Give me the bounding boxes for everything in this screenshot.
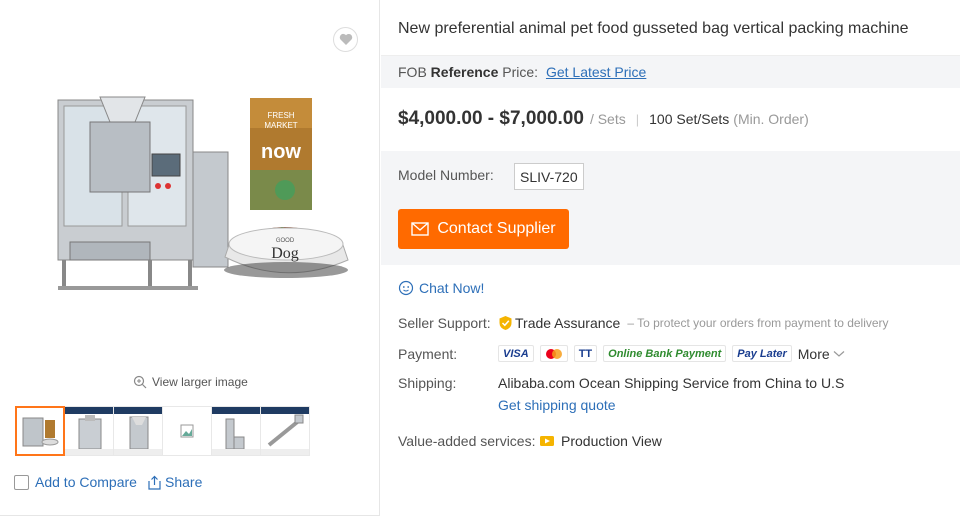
- main-product-image[interactable]: FRESH MARKET now GOOD Dog: [50, 92, 350, 304]
- product-gallery: FRESH MARKET now GOOD Dog View larger im…: [0, 0, 380, 516]
- price-separator: |: [635, 112, 640, 127]
- video-camera-icon: [540, 436, 554, 446]
- chevron-down-icon: [833, 350, 845, 357]
- online-bank-payment-icon: Online Bank Payment: [603, 345, 727, 362]
- more-label: More: [797, 345, 830, 362]
- fob-suffix: Price:: [498, 64, 539, 80]
- fob-price-bar: FOB Reference Price: Get Latest Price: [381, 56, 960, 88]
- thumbnail-5[interactable]: [211, 406, 261, 456]
- pay-later-icon: Pay Later: [732, 345, 792, 362]
- chat-now-label: Chat Now!: [419, 280, 485, 296]
- product-details: New preferential animal pet food gussete…: [381, 0, 960, 516]
- fob-reference: Reference: [430, 64, 499, 80]
- more-payment-dropdown[interactable]: More: [798, 346, 845, 362]
- thumbnail-image: [129, 416, 149, 450]
- thumbnail-2[interactable]: [64, 406, 114, 456]
- favorite-button[interactable]: [333, 27, 358, 52]
- payment-label: Payment:: [398, 345, 458, 362]
- value-added-label: Value-added services:: [398, 433, 536, 449]
- envelope-icon: [411, 222, 430, 236]
- min-order-quantity: 100 Set/Sets: [649, 111, 730, 127]
- svg-text:Dog: Dog: [271, 245, 299, 262]
- shipping-service-text: Alibaba.com Ocean Shipping Service from …: [498, 375, 845, 391]
- price-unit: / Sets: [589, 111, 626, 127]
- svg-text:FRESH: FRESH: [267, 111, 294, 120]
- svg-text:MARKET: MARKET: [264, 121, 297, 130]
- seller-support-row: Seller Support: Trade Assurance – To pro…: [398, 315, 889, 331]
- contact-supplier-button[interactable]: Contact Supplier: [398, 209, 569, 249]
- min-order-note: (Min. Order): [733, 111, 809, 127]
- mastercard-icon: [539, 345, 568, 362]
- add-to-compare[interactable]: Add to Compare: [14, 474, 137, 490]
- svg-text:GOOD: GOOD: [276, 238, 295, 244]
- telegraphic-transfer-icon: TT: [573, 345, 598, 362]
- compare-checkbox[interactable]: [14, 474, 29, 490]
- thumbnail-1[interactable]: [15, 406, 65, 456]
- trade-assurance-note: – To protect your orders from payment to…: [627, 316, 889, 330]
- value-added-row: Value-added services: Production View: [398, 433, 662, 449]
- share-label: Share: [165, 474, 203, 490]
- mastercard-circles: [545, 348, 562, 359]
- chat-now-link[interactable]: Chat Now!: [398, 280, 484, 296]
- heart-icon: [339, 33, 352, 45]
- model-number-label: Model Number:: [398, 167, 494, 183]
- get-shipping-quote-link[interactable]: Get shipping quote: [498, 397, 616, 413]
- trade-assurance-link[interactable]: Trade Assurance: [515, 315, 620, 331]
- fob-prefix: FOB: [398, 64, 431, 80]
- production-view-label: Production View: [561, 433, 662, 449]
- thumbnail-3[interactable]: [113, 406, 163, 456]
- thumbnail-image: [225, 418, 245, 450]
- production-view-link[interactable]: Production View: [539, 433, 662, 449]
- shipping-label: Shipping:: [398, 375, 457, 391]
- thumbnail-6[interactable]: [260, 406, 310, 456]
- get-latest-price-link[interactable]: Get Latest Price: [546, 64, 646, 80]
- zoom-icon: [133, 375, 147, 389]
- thumbnail-strip: [15, 406, 310, 456]
- visa-icon: VISA: [498, 345, 534, 362]
- price-row: $4,000.00 - $7,000.00 / Sets | 100 Set/S…: [398, 108, 809, 130]
- contact-supplier-label: Contact Supplier: [437, 220, 556, 237]
- model-number-value: SLIV-720: [514, 163, 584, 190]
- seller-support-label: Seller Support:: [398, 315, 491, 331]
- thumbnail-image: [267, 414, 304, 447]
- view-larger-label: View larger image: [152, 375, 248, 389]
- pet-food-bag-illustration: FRESH MARKET now: [250, 98, 312, 210]
- trade-assurance-shield-icon: [499, 316, 512, 330]
- shipping-row: Shipping: Alibaba.com Ocean Shipping Ser…: [398, 375, 844, 391]
- chat-face-icon: [398, 280, 414, 296]
- product-title: New preferential animal pet food gussete…: [398, 20, 909, 37]
- share-icon: [148, 475, 161, 490]
- broken-image-icon: [180, 424, 194, 438]
- dog-bowl-illustration: GOOD Dog: [224, 227, 349, 278]
- view-larger-image-link[interactable]: View larger image: [133, 375, 248, 389]
- thumbnail-image: [22, 417, 59, 447]
- svg-text:now: now: [261, 141, 301, 163]
- price-range: $4,000.00 - $7,000.00: [398, 108, 584, 129]
- share-link[interactable]: Share: [147, 474, 202, 490]
- packing-machine-illustration: [57, 96, 229, 290]
- thumbnail-image: [78, 415, 102, 450]
- payment-methods: VISA TT Online Bank Payment Pay Later Mo…: [498, 345, 845, 362]
- thumbnail-4[interactable]: [162, 406, 212, 456]
- add-to-compare-label: Add to Compare: [35, 474, 137, 490]
- payment-row: Payment: VISA TT Online Bank Payment Pay…: [398, 345, 845, 362]
